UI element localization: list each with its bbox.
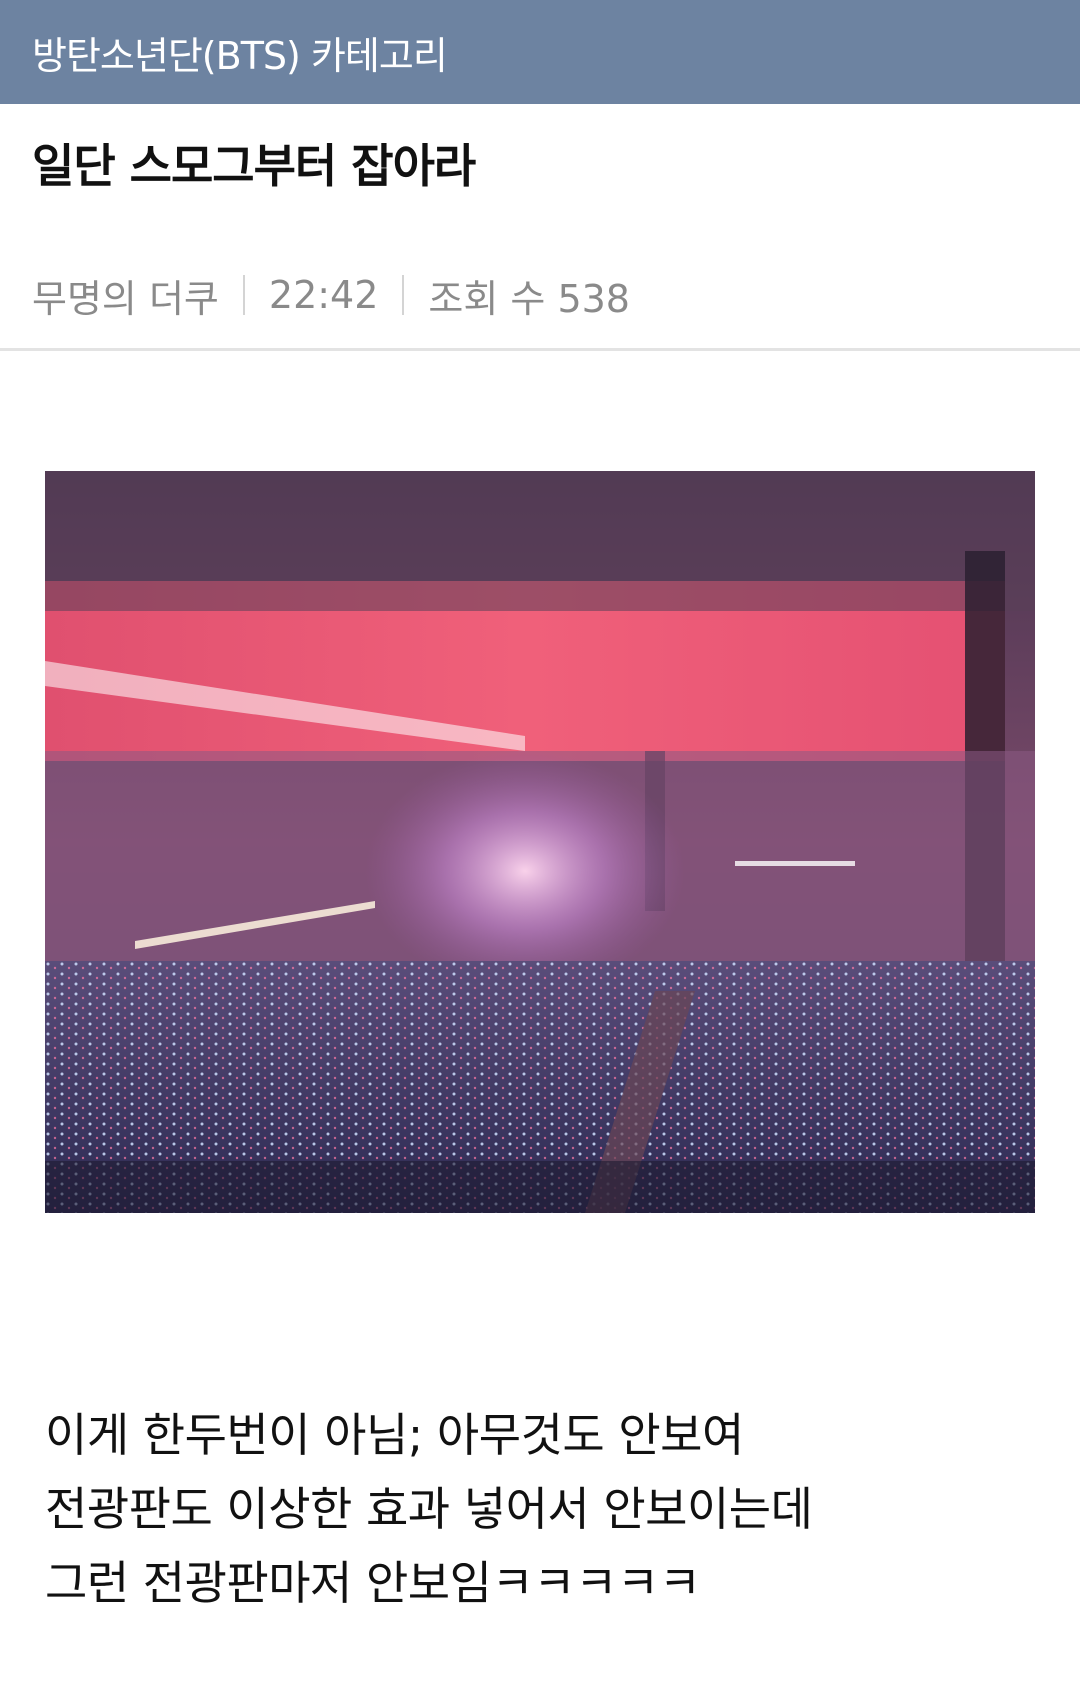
body-line: 전광판도 이상한 효과 넣어서 안보이는데 — [45, 1482, 813, 1536]
view-count: 조회 수 538 — [428, 276, 630, 321]
post-time: 22:42 — [268, 273, 379, 317]
category-header[interactable]: 방탄소년단(BTS) 카테고리 — [0, 0, 1080, 104]
post-body: 이게 한두번이 아님; 아무것도 안보여 전광판도 이상한 효과 넣어서 안보이… — [45, 1398, 1045, 1620]
concert-photo-graphic — [45, 471, 1035, 1213]
meta-separator — [402, 275, 405, 315]
post-meta: 무명의 더쿠 22:42 조회 수 538 — [32, 268, 630, 323]
meta-separator — [242, 275, 245, 315]
concert-photo[interactable] — [45, 471, 1035, 1213]
author-name[interactable]: 무명의 더쿠 — [32, 268, 219, 323]
body-line: 이게 한두번이 아님; 아무것도 안보여 — [45, 1408, 744, 1462]
body-line: 그런 전광판마저 안보임ㅋㅋㅋㅋㅋ — [45, 1556, 701, 1610]
category-label[interactable]: 방탄소년단(BTS) 카테고리 — [32, 25, 448, 80]
post-title: 일단 스모그부터 잡아라 — [32, 139, 476, 193]
header-divider — [0, 348, 1080, 351]
